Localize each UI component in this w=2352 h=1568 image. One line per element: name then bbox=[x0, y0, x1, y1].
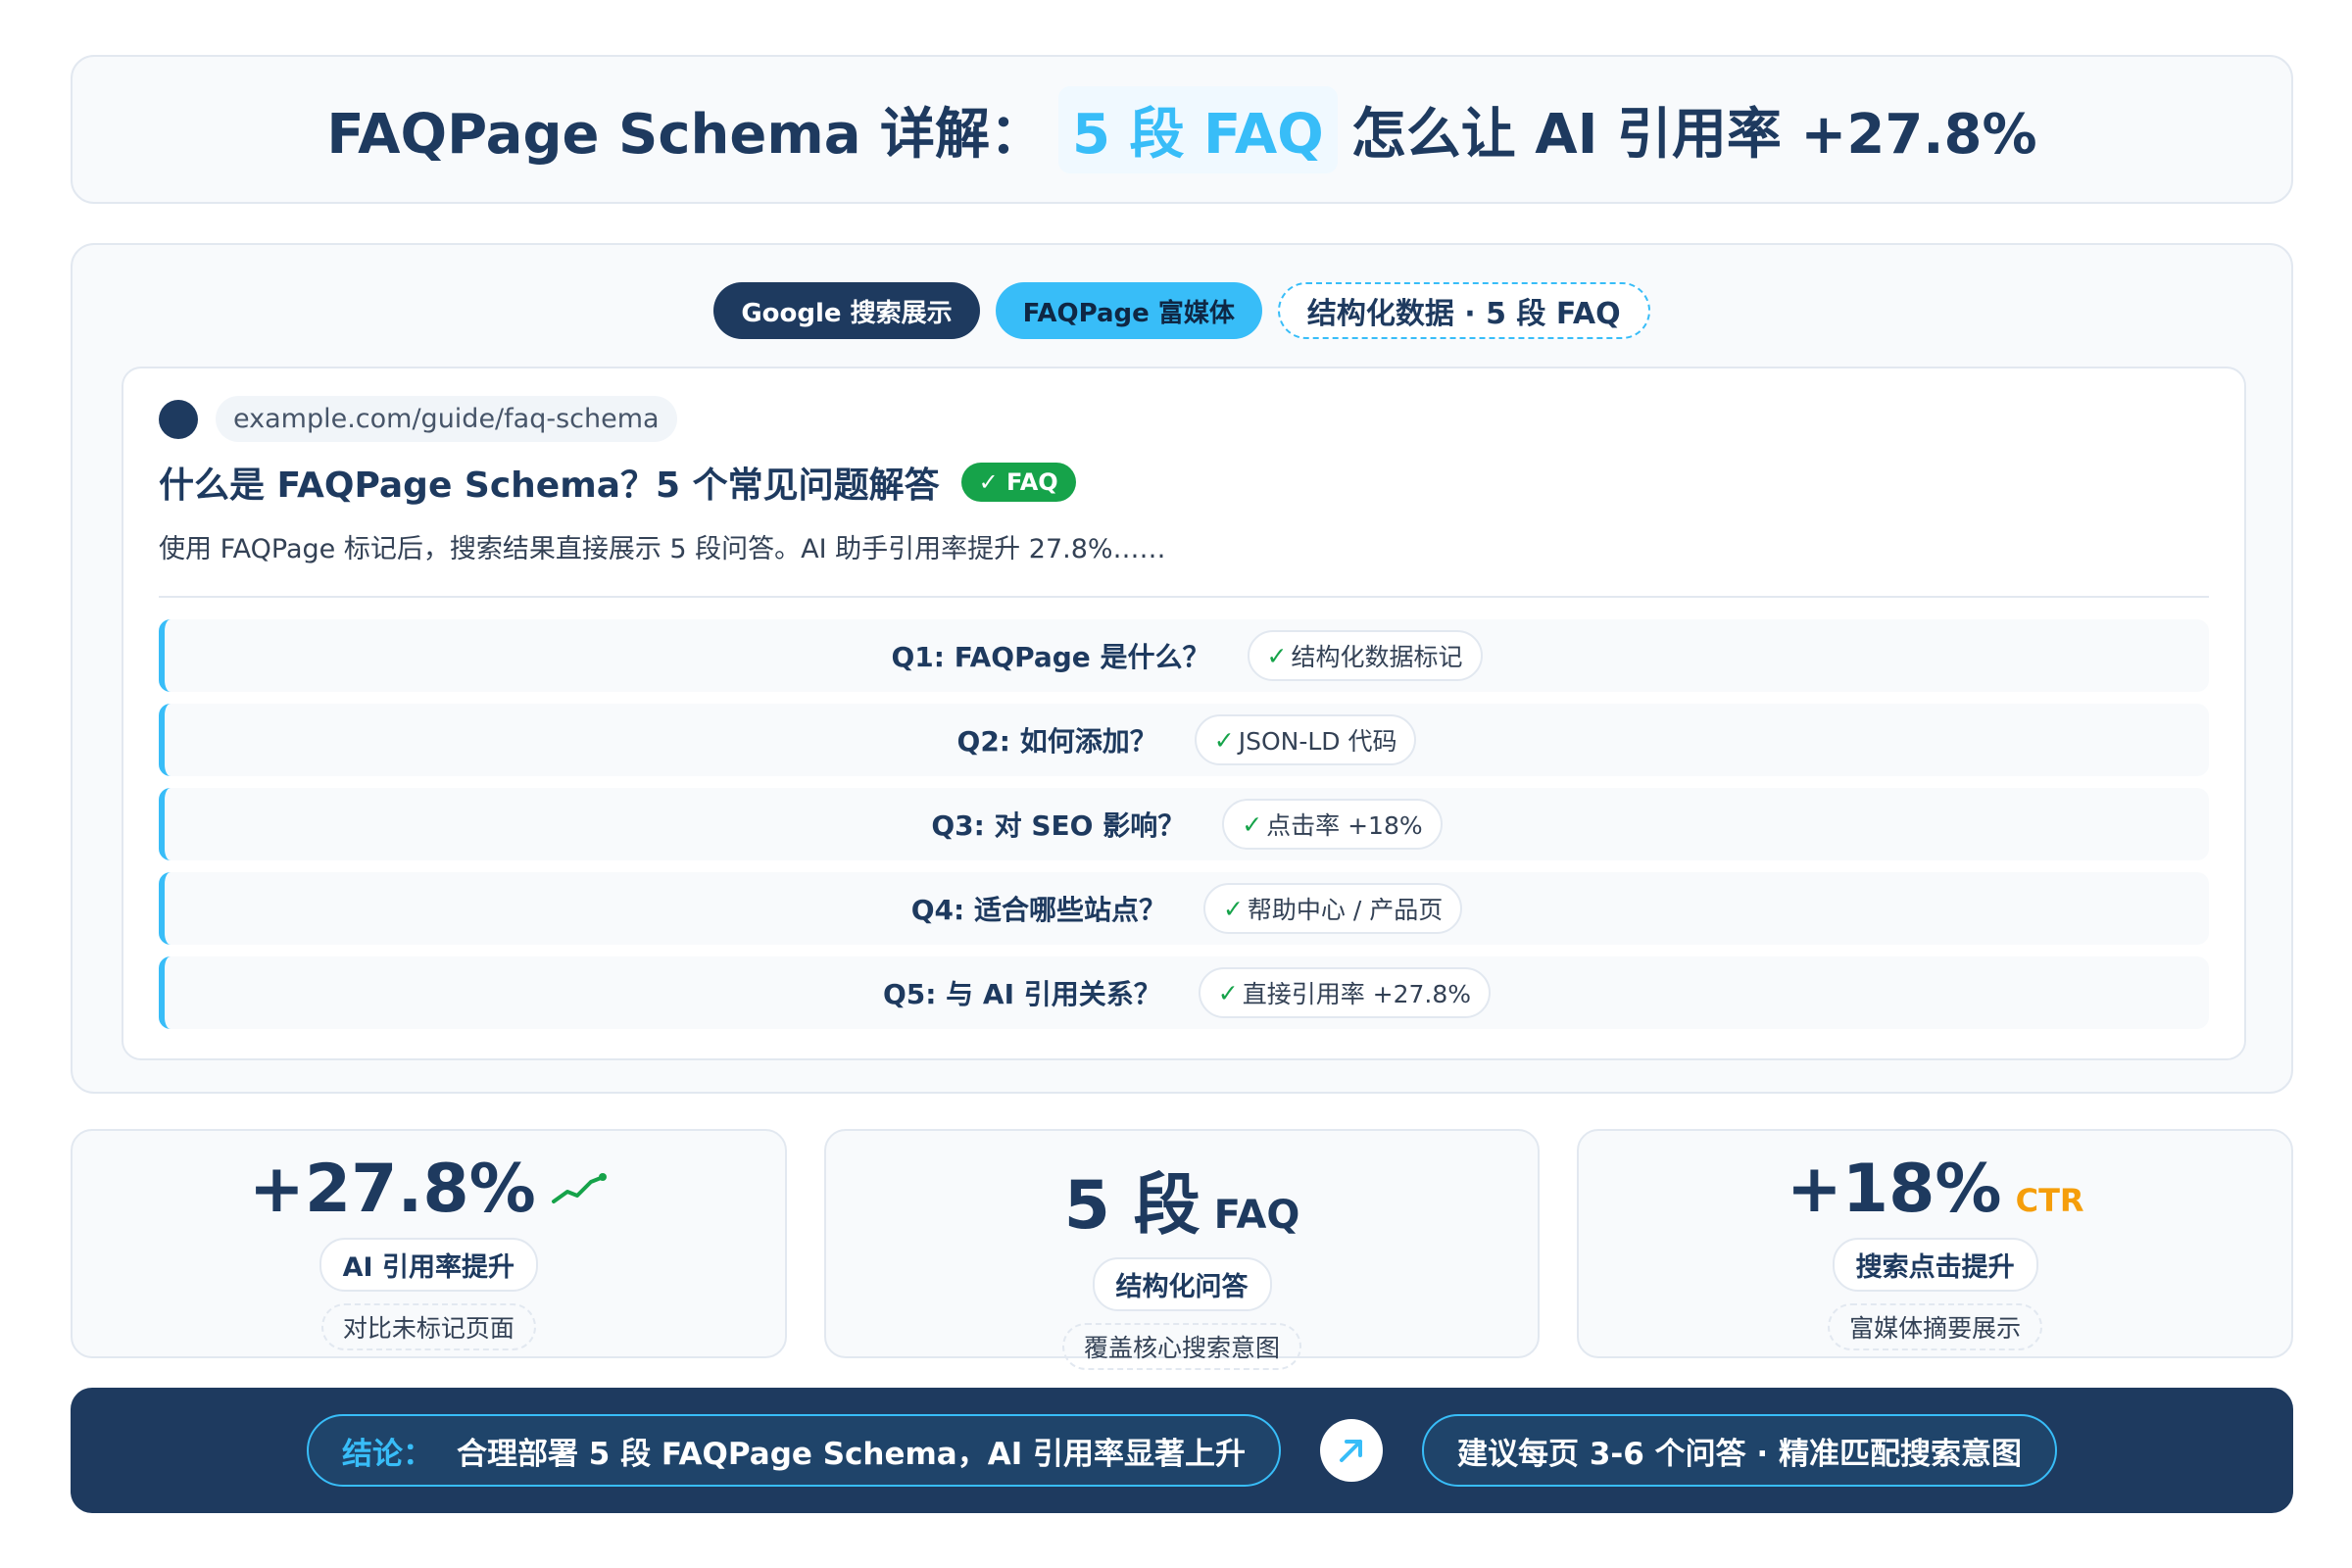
title-card: FAQPage Schema 详解： 5 段 FAQ 怎么让 AI 引用率 +2… bbox=[71, 55, 2293, 204]
tab-structured-data[interactable]: 结构化数据 · 5 段 FAQ bbox=[1277, 282, 1650, 339]
faq-answer-chip: ✓ 结构化数据标记 bbox=[1247, 630, 1483, 681]
tab-google-search[interactable]: Google 搜索展示 bbox=[713, 282, 980, 339]
stat-value-row: +27.8% bbox=[249, 1151, 609, 1228]
tab-bar: Google 搜索展示 FAQPage 富媒体 结构化数据 · 5 段 FAQ bbox=[73, 282, 2291, 339]
title-highlight: 5 段 FAQ bbox=[1058, 85, 1338, 173]
faq-answer: JSON-LD 代码 bbox=[1238, 727, 1397, 756]
stat-label: AI 引用率提升 bbox=[318, 1238, 538, 1292]
stat-value: +18% bbox=[1786, 1151, 2002, 1228]
faq-question: Q1: FAQPage 是什么？ bbox=[891, 641, 1210, 673]
stat-subtext: 对比未标记页面 bbox=[320, 1303, 536, 1350]
faq-item[interactable]: Q1: FAQPage 是什么？ ✓ 结构化数据标记 bbox=[159, 619, 2209, 692]
page-title: FAQPage Schema 详解： 5 段 FAQ 怎么让 AI 引用率 +2… bbox=[326, 85, 2037, 173]
stat-subtext: 覆盖核心搜索意图 bbox=[1062, 1323, 1302, 1370]
divider bbox=[159, 596, 2209, 598]
faq-question: Q4: 适合哪些站点？ bbox=[910, 894, 1166, 926]
check-icon: ✓ bbox=[1213, 725, 1235, 755]
search-result: example.com/guide/faq-schema 什么是 FAQPage… bbox=[122, 367, 2246, 1060]
faq-question: Q3: 对 SEO 影响？ bbox=[931, 809, 1186, 842]
stat-value: 5 段 bbox=[1063, 1167, 1200, 1245]
faq-badge: ✓ FAQ bbox=[960, 463, 1076, 502]
result-title-row: 什么是 FAQPage Schema？5 个常见问题解答 ✓ FAQ bbox=[159, 457, 1076, 508]
result-title[interactable]: 什么是 FAQPage Schema？5 个常见问题解答 bbox=[159, 457, 940, 508]
result-url[interactable]: example.com/guide/faq-schema bbox=[216, 396, 677, 442]
faq-item[interactable]: Q5: 与 AI 引用关系？ ✓ 直接引用率 +27.8% bbox=[159, 956, 2209, 1029]
faq-answer: 直接引用率 +27.8% bbox=[1242, 980, 1472, 1008]
stat-card-ctr: +18% CTR 搜索点击提升 富媒体摘要展示 bbox=[1577, 1129, 2294, 1358]
title-suffix: 怎么让 AI 引用率 +27.8% bbox=[1350, 102, 2037, 167]
check-icon: ✓ bbox=[1266, 641, 1288, 670]
faq-item[interactable]: Q2: 如何添加？ ✓ JSON-LD 代码 bbox=[159, 704, 2209, 776]
faq-answer-chip: ✓ 点击率 +18% bbox=[1222, 799, 1443, 850]
result-description: 使用 FAQPage 标记后，搜索结果直接展示 5 段问答。AI 助手引用率提升… bbox=[159, 534, 1166, 564]
check-icon: ✓ bbox=[1222, 894, 1244, 923]
faq-answer: 帮助中心 / 产品页 bbox=[1247, 896, 1444, 924]
faq-question: Q2: 如何添加？ bbox=[956, 725, 1157, 758]
page: FAQPage Schema 详解： 5 段 FAQ 怎么让 AI 引用率 +2… bbox=[0, 0, 2352, 1568]
stat-value-row: +18% CTR bbox=[1787, 1151, 2084, 1228]
arrow-up-right-glyph bbox=[1340, 1440, 1363, 1462]
stat-unit: CTR bbox=[2015, 1182, 2084, 1219]
stat-card-faq-count: 5 段 FAQ 结构化问答 覆盖核心搜索意图 bbox=[823, 1129, 1541, 1370]
faq-list: Q1: FAQPage 是什么？ ✓ 结构化数据标记 Q2: 如何添加？ ✓ J… bbox=[159, 619, 2209, 1029]
title-prefix: FAQPage Schema 详解： bbox=[326, 102, 1046, 167]
site-favicon-icon bbox=[159, 399, 198, 439]
faq-answer: 点击率 +18% bbox=[1266, 811, 1423, 840]
stat-label: 结构化问答 bbox=[1092, 1257, 1272, 1311]
stat-subtext: 富媒体摘要展示 bbox=[1828, 1303, 2043, 1350]
faq-item[interactable]: Q3: 对 SEO 影响？ ✓ 点击率 +18% bbox=[159, 788, 2209, 860]
stat-unit: FAQ bbox=[1213, 1193, 1300, 1238]
tab-faqpage-rich[interactable]: FAQPage 富媒体 bbox=[995, 282, 1262, 339]
conclusion-bar: 结论： 合理部署 5 段 FAQPage Schema，AI 引用率显著上升 建… bbox=[71, 1388, 2293, 1513]
recommendation-pill: 建议每页 3-6 个问答 · 精准匹配搜索意图 bbox=[1422, 1414, 2057, 1487]
stat-label: 搜索点击提升 bbox=[1832, 1238, 2038, 1292]
faq-answer-chip: ✓ 直接引用率 +27.8% bbox=[1198, 967, 1492, 1018]
stat-value: +27.8% bbox=[248, 1151, 536, 1228]
faq-answer-chip: ✓ 帮助中心 / 产品页 bbox=[1202, 883, 1463, 934]
serp-preview-card: Google 搜索展示 FAQPage 富媒体 结构化数据 · 5 段 FAQ … bbox=[71, 243, 2293, 1094]
result-source: example.com/guide/faq-schema bbox=[159, 396, 677, 442]
stats-row: +27.8% AI 引用率提升 对比未标记页面 5 段 FAQ 结构化问答 覆盖… bbox=[71, 1129, 2294, 1370]
faq-answer-chip: ✓ JSON-LD 代码 bbox=[1194, 714, 1417, 765]
faq-item[interactable]: Q4: 适合哪些站点？ ✓ 帮助中心 / 产品页 bbox=[159, 872, 2209, 945]
check-icon: ✓ bbox=[1217, 978, 1239, 1007]
arrow-up-right-icon bbox=[1320, 1419, 1384, 1482]
conclusion-pill: 结论： 合理部署 5 段 FAQPage Schema，AI 引用率显著上升 bbox=[306, 1414, 1282, 1487]
faq-answer: 结构化数据标记 bbox=[1291, 643, 1463, 671]
stat-value-row: 5 段 FAQ bbox=[1064, 1151, 1300, 1248]
faq-question: Q5: 与 AI 引用关系？ bbox=[882, 978, 1161, 1010]
trend-up-icon bbox=[551, 1172, 607, 1203]
conclusion-text: 合理部署 5 段 FAQPage Schema，AI 引用率显著上升 bbox=[456, 1436, 1247, 1472]
check-icon: ✓ bbox=[1242, 809, 1263, 839]
stat-card-ai-citation: +27.8% AI 引用率提升 对比未标记页面 bbox=[71, 1129, 787, 1358]
conclusion-lead: 结论： bbox=[341, 1436, 433, 1472]
